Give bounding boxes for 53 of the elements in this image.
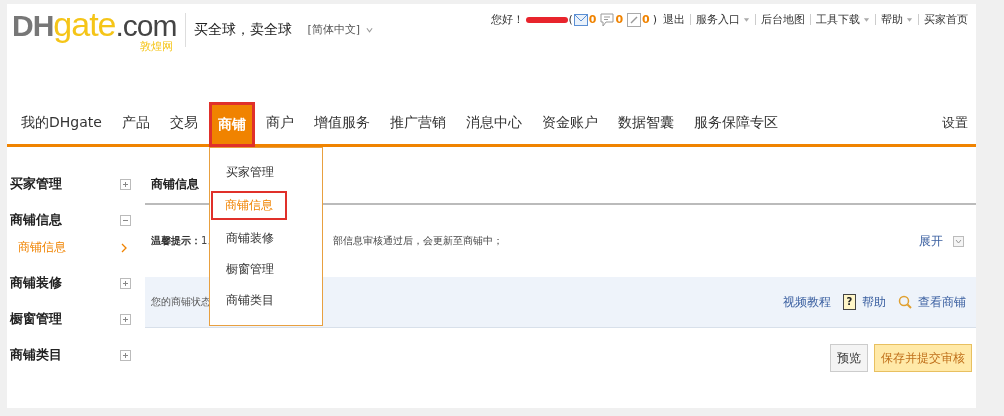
menu-item[interactable]: 橱窗管理 bbox=[221, 259, 278, 280]
edit-icon[interactable] bbox=[627, 12, 642, 27]
sidebar-group[interactable]: 橱窗管理 bbox=[10, 310, 62, 328]
expand-link[interactable]: 展开 bbox=[919, 232, 943, 250]
status-link[interactable]: 查看商铺 bbox=[918, 293, 966, 311]
search-icon[interactable] bbox=[898, 295, 912, 309]
slogan: 买全球，卖全球 bbox=[193, 20, 292, 39]
tip-text: 部信息审核通过后，会更新至商铺中； bbox=[333, 234, 503, 248]
language-selector[interactable]: [简体中文] bbox=[307, 22, 374, 37]
status-link[interactable]: 帮助 bbox=[862, 293, 886, 311]
header-link[interactable]: 工具下载 bbox=[816, 12, 870, 27]
status-link[interactable]: 视频教程 bbox=[783, 293, 831, 311]
chat-bubble-icon[interactable] bbox=[600, 12, 615, 27]
nav-tab[interactable]: 资金账户 bbox=[532, 102, 607, 144]
header-link[interactable]: 服务入口 bbox=[696, 12, 750, 27]
tip-text: 1、 bbox=[201, 234, 218, 248]
sidebar-group[interactable]: 商铺信息 bbox=[10, 211, 62, 229]
nav-tab[interactable]: 增值服务 bbox=[304, 102, 379, 144]
expand-icon[interactable] bbox=[120, 277, 131, 289]
caret-icon bbox=[366, 26, 374, 33]
parenthesis: ) bbox=[652, 13, 657, 26]
mail-icon[interactable] bbox=[573, 13, 588, 26]
settings-link[interactable]: 设置 bbox=[942, 114, 968, 132]
expand-icon[interactable] bbox=[953, 235, 964, 247]
parenthesis: ( bbox=[568, 13, 573, 26]
header-link[interactable]: 后台地图 bbox=[761, 12, 805, 27]
nav-tab[interactable]: 消息中心 bbox=[456, 102, 531, 144]
menu-item[interactable]: 买家管理 bbox=[221, 162, 278, 183]
nav-tab[interactable]: 交易 bbox=[160, 102, 207, 144]
sidebar-group[interactable]: 商铺类目 bbox=[10, 346, 62, 364]
nav-tab[interactable]: 产品 bbox=[112, 102, 159, 144]
collapse-icon[interactable] bbox=[120, 214, 131, 226]
chevron-right-icon bbox=[121, 242, 127, 253]
menu-item[interactable]: 商铺装修 bbox=[221, 228, 278, 249]
nav-tab[interactable]: 数据智囊 bbox=[608, 102, 683, 144]
sidebar-group[interactable]: 商铺装修 bbox=[10, 274, 62, 292]
preview-button[interactable]: 预览 bbox=[830, 344, 868, 372]
help-icon[interactable]: ? bbox=[843, 294, 856, 310]
nav-tab[interactable]: 推广营销 bbox=[380, 102, 455, 144]
header-link[interactable]: 买家首页 bbox=[924, 12, 968, 27]
logo[interactable]: DHgate.com 敦煌网 bbox=[12, 7, 177, 52]
nav-tab[interactable]: 商户 bbox=[256, 102, 303, 144]
menu-item[interactable]: 商铺类目 bbox=[221, 290, 278, 311]
nav-tab[interactable]: 服务保障专区 bbox=[684, 102, 787, 144]
expand-icon[interactable] bbox=[120, 313, 131, 325]
tip-label: 温馨提示： bbox=[151, 234, 201, 248]
sidebar-group[interactable]: 买家管理 bbox=[10, 175, 62, 193]
expand-icon[interactable] bbox=[120, 349, 131, 361]
greeting: 您好！ bbox=[491, 12, 525, 27]
nav-tab[interactable]: 我的DHgate bbox=[12, 102, 111, 144]
header-link[interactable]: 退出 bbox=[663, 12, 685, 27]
header-link[interactable]: 帮助 bbox=[881, 12, 913, 27]
expand-icon[interactable] bbox=[120, 178, 131, 190]
